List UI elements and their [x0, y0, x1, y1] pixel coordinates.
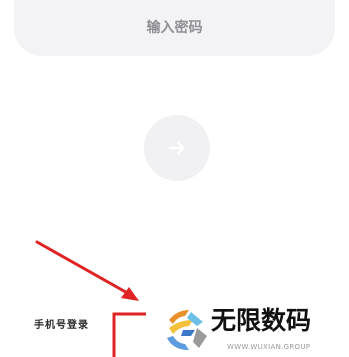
watermark-title: 无限数码: [211, 306, 312, 335]
watermark-logo-icon: [167, 310, 207, 350]
highlight-bracket: [112, 312, 146, 357]
submit-button[interactable]: [144, 115, 210, 181]
watermark: 无限数码 WWW.WUXIAN.GROUP: [163, 304, 343, 357]
watermark-url: WWW.WUXIAN.GROUP: [227, 343, 311, 351]
arrow-right-icon: [168, 141, 185, 155]
password-input[interactable]: [14, 0, 335, 56]
annotation-arrow: [35, 240, 139, 301]
password-field[interactable]: [14, 0, 335, 56]
phone-login-link[interactable]: 手机号登录: [34, 316, 89, 331]
